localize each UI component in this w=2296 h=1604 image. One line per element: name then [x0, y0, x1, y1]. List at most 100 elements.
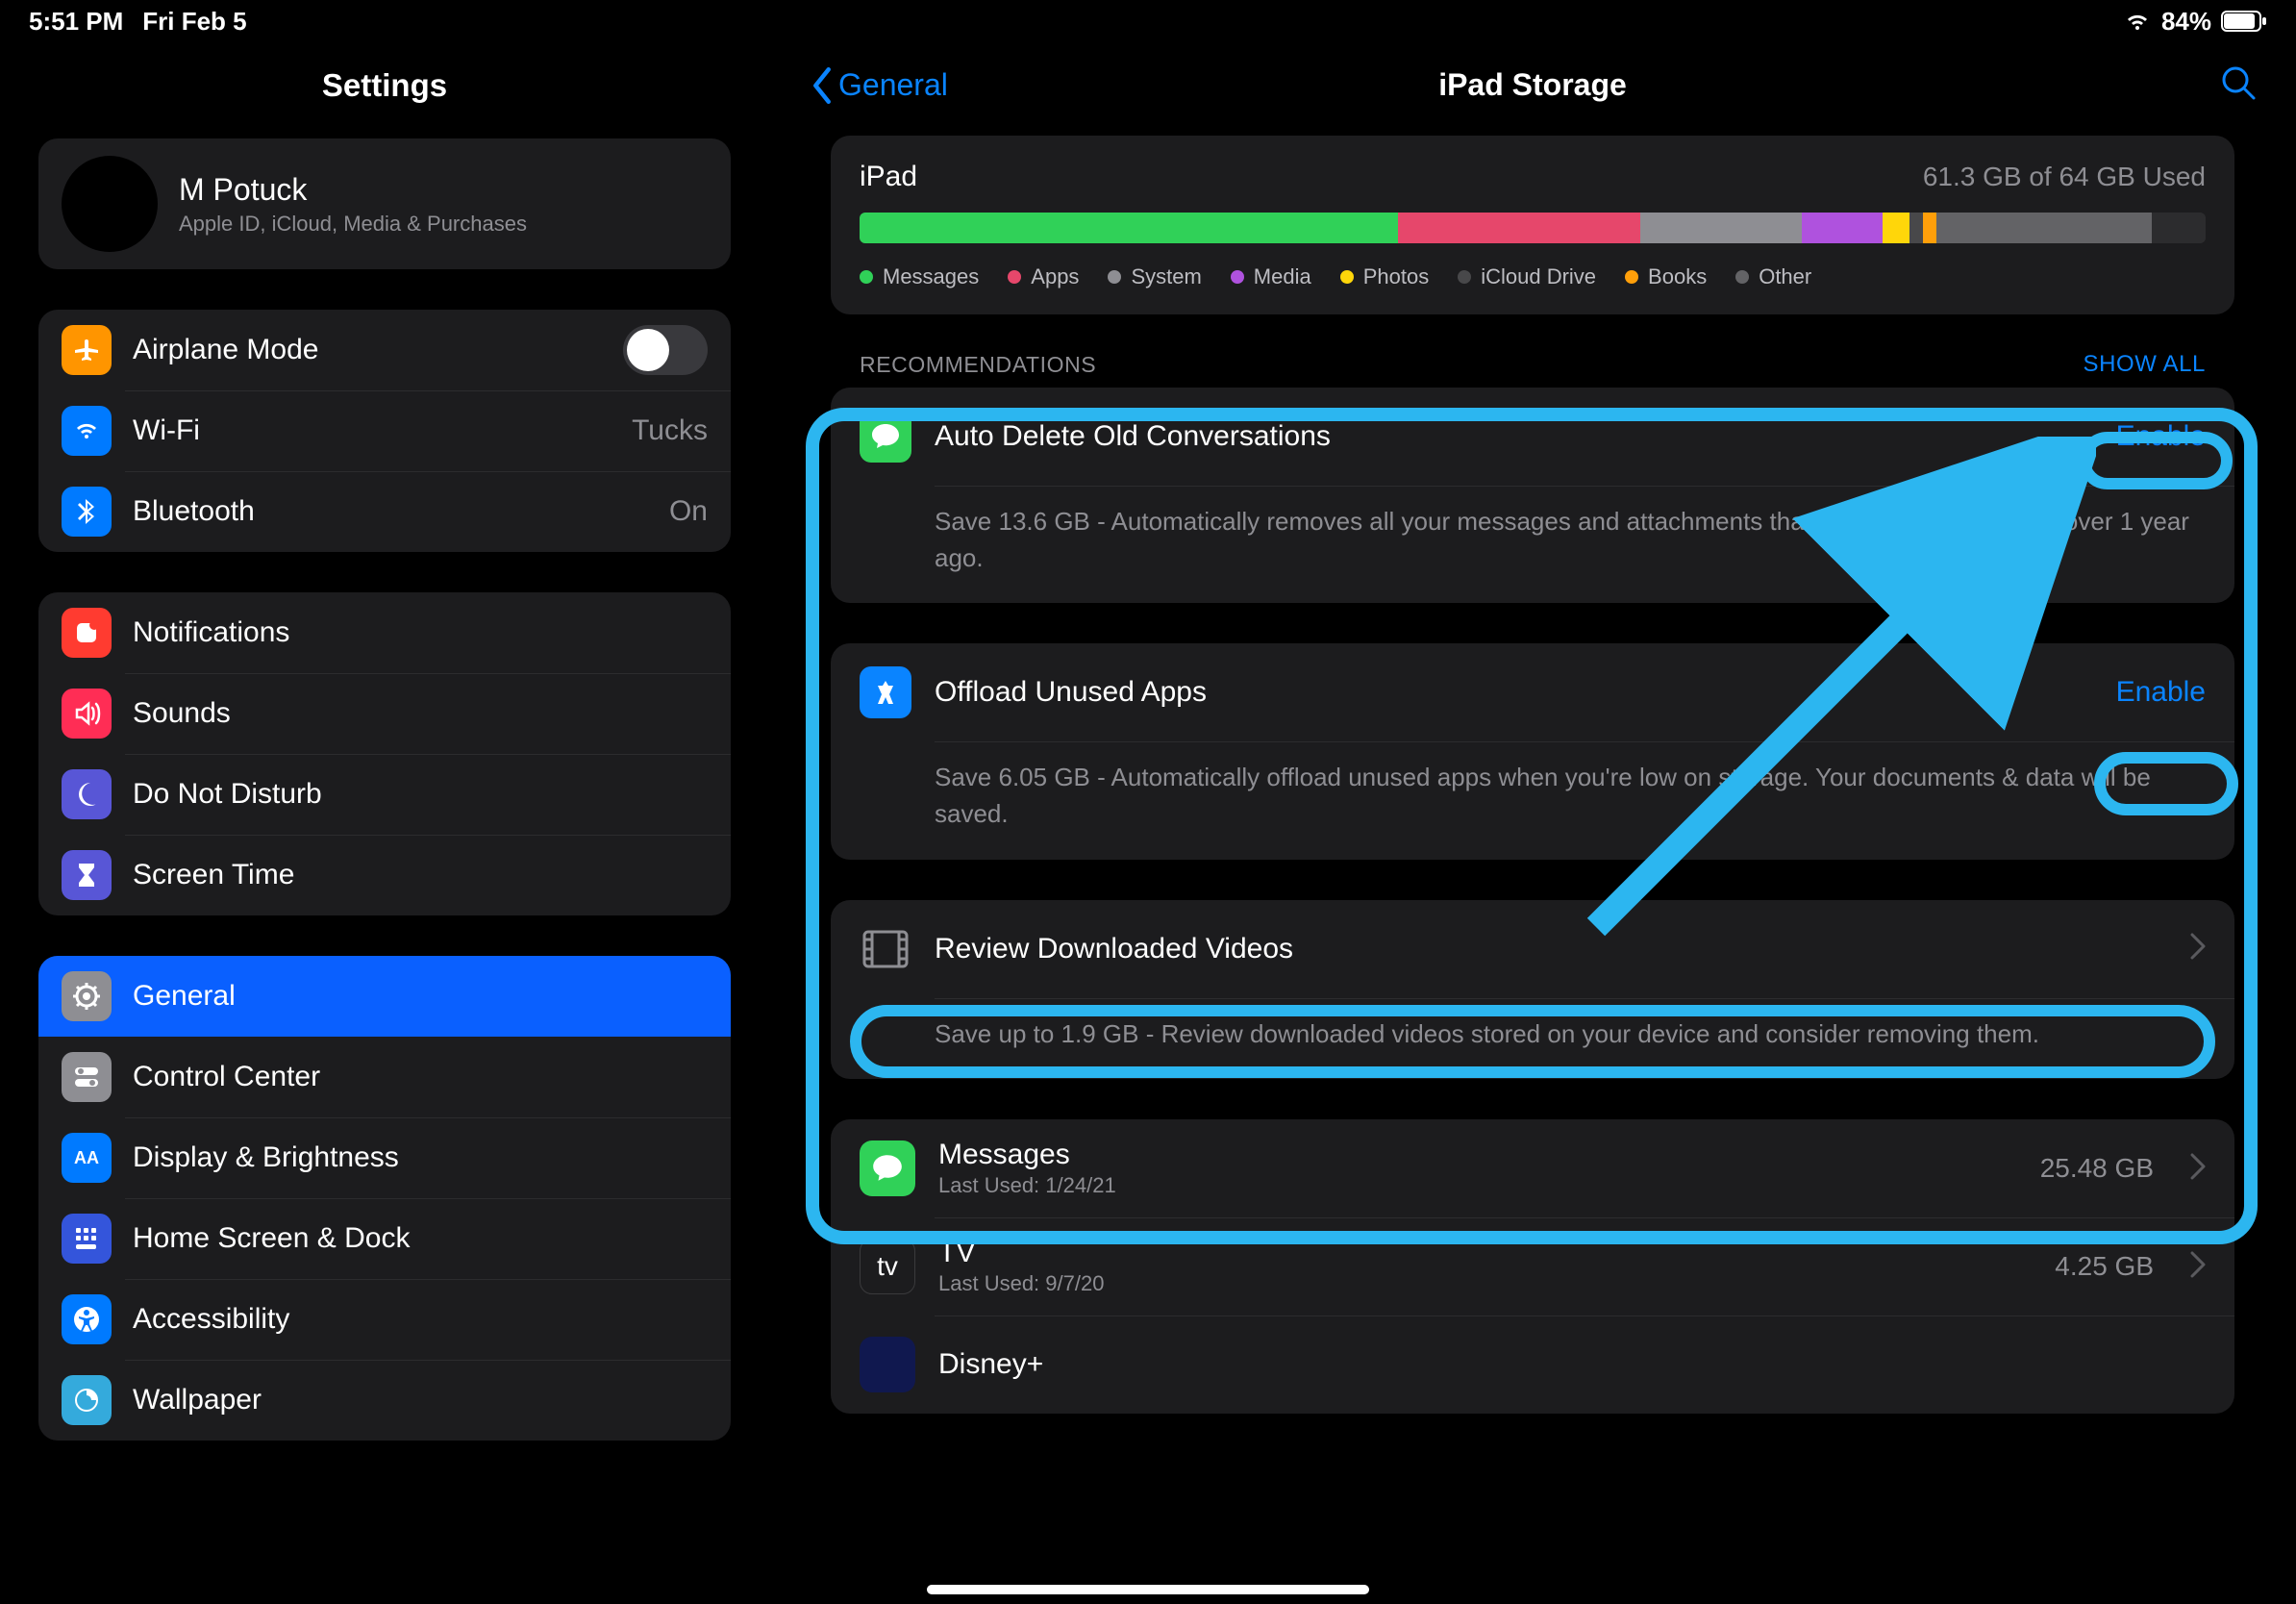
sidebar-group-alerts: Notifications Sounds Do Not Disturb Scre… — [38, 592, 731, 915]
recommendation-desc: Save up to 1.9 GB - Review downloaded vi… — [831, 999, 2234, 1080]
recommendation-desc: Save 6.05 GB - Automatically offload unu… — [831, 742, 2234, 859]
status-battery-percent: 84% — [2161, 7, 2211, 37]
sidebar-item-airplane-mode[interactable]: Airplane Mode — [38, 310, 731, 390]
film-icon — [860, 923, 911, 975]
sidebar-item-bluetooth[interactable]: Bluetooth On — [38, 471, 731, 552]
recommendation-auto-delete[interactable]: Auto Delete Old Conversations Enable Sav… — [831, 388, 2234, 603]
sidebar-item-do-not-disturb[interactable]: Do Not Disturb — [38, 754, 731, 835]
page-title: iPad Storage — [1438, 67, 1627, 103]
app-last-used: Last Used: 1/24/21 — [938, 1173, 2017, 1198]
home-screen-icon — [62, 1214, 112, 1264]
sidebar-item-label: Display & Brightness — [133, 1141, 708, 1174]
sidebar-item-general[interactable]: General — [38, 956, 731, 1037]
sidebar-item-home-screen[interactable]: Home Screen & Dock — [38, 1198, 731, 1279]
sidebar-item-label: Do Not Disturb — [133, 778, 708, 811]
chevron-right-icon — [2190, 933, 2206, 965]
status-time: 5:51 PM — [29, 7, 123, 37]
legend-item: Media — [1231, 264, 1311, 289]
sidebar-item-label: General — [133, 980, 708, 1013]
sounds-icon — [62, 689, 112, 739]
storage-card: iPad 61.3 GB of 64 GB Used MessagesAppsS… — [831, 136, 2234, 314]
status-bar: 5:51 PM Fri Feb 5 84% — [0, 0, 2296, 42]
sidebar-item-label: Airplane Mode — [133, 334, 602, 366]
messages-icon — [860, 411, 911, 463]
legend-item: Books — [1625, 264, 1707, 289]
wallpaper-icon — [62, 1375, 112, 1425]
back-button[interactable]: General — [808, 67, 948, 104]
enable-button[interactable]: Enable — [2116, 676, 2206, 709]
storage-segment — [860, 213, 1398, 243]
recommendation-title: Review Downloaded Videos — [935, 933, 2167, 965]
wifi-icon — [2123, 11, 2152, 32]
tv-app-icon: tv — [860, 1239, 915, 1294]
sidebar-item-sounds[interactable]: Sounds — [38, 673, 731, 754]
display-icon: AA — [62, 1133, 112, 1183]
section-header-label: RECOMMENDATIONS — [860, 352, 1096, 378]
notifications-icon — [62, 608, 112, 658]
back-label: General — [838, 67, 948, 103]
accessibility-icon — [62, 1294, 112, 1344]
app-last-used: Last Used: 9/7/20 — [938, 1271, 2032, 1296]
storage-segment — [1640, 213, 1802, 243]
gear-icon — [62, 971, 112, 1021]
toggles-icon — [62, 1052, 112, 1102]
sidebar-item-accessibility[interactable]: Accessibility — [38, 1279, 731, 1360]
app-size: 4.25 GB — [2055, 1251, 2154, 1282]
legend-item: Other — [1735, 264, 1811, 289]
sidebar-item-label: Wallpaper — [133, 1384, 708, 1416]
search-icon — [2219, 63, 2258, 102]
wifi-settings-icon — [62, 406, 112, 456]
recommendation-title: Auto Delete Old Conversations — [935, 420, 2093, 453]
disney-app-icon — [860, 1337, 915, 1392]
account-name: M Potuck — [179, 172, 527, 208]
storage-device: iPad — [860, 161, 917, 193]
search-button[interactable] — [2219, 63, 2258, 107]
sidebar-item-label: Wi-Fi — [133, 414, 611, 447]
sidebar-item-display-brightness[interactable]: AA Display & Brightness — [38, 1117, 731, 1198]
storage-segment — [1883, 213, 1909, 243]
home-indicator[interactable] — [927, 1585, 1369, 1594]
app-row-tv[interactable]: tv TV Last Used: 9/7/20 4.25 GB — [831, 1217, 2234, 1316]
legend-item: iCloud Drive — [1458, 264, 1596, 289]
show-all-button[interactable]: SHOW ALL — [2083, 351, 2206, 378]
sidebar-item-notifications[interactable]: Notifications — [38, 592, 731, 673]
bluetooth-value: On — [669, 495, 708, 528]
sidebar-group-connectivity: Airplane Mode Wi-Fi Tucks Bluetooth On — [38, 310, 731, 552]
storage-segment — [1923, 213, 1936, 243]
sidebar-item-label: Sounds — [133, 697, 708, 730]
sidebar-item-label: Home Screen & Dock — [133, 1222, 708, 1255]
sidebar-item-wallpaper[interactable]: Wallpaper — [38, 1360, 731, 1441]
enable-button[interactable]: Enable — [2116, 420, 2206, 453]
legend-item: Messages — [860, 264, 979, 289]
sidebar-item-label: Control Center — [133, 1061, 708, 1093]
app-row-messages[interactable]: Messages Last Used: 1/24/21 25.48 GB — [831, 1119, 2234, 1217]
detail-pane: General iPad Storage iPad 61.3 GB of 64 … — [769, 42, 2296, 1604]
sidebar-item-wifi[interactable]: Wi-Fi Tucks — [38, 390, 731, 471]
account-subtitle: Apple ID, iCloud, Media & Purchases — [179, 212, 527, 237]
app-name: TV — [938, 1237, 2032, 1269]
moon-icon — [62, 769, 112, 819]
appstore-icon — [860, 666, 911, 718]
detail-nav: General iPad Storage — [769, 42, 2296, 136]
account-card[interactable]: M Potuck Apple ID, iCloud, Media & Purch… — [38, 138, 731, 269]
legend-item: Photos — [1340, 264, 1430, 289]
storage-segment — [1802, 213, 1883, 243]
bluetooth-icon — [62, 487, 112, 537]
airplane-toggle[interactable] — [623, 325, 708, 375]
recommendation-review-videos[interactable]: Review Downloaded Videos Save up to 1.9 … — [831, 900, 2234, 1080]
recommendation-title: Offload Unused Apps — [935, 676, 2093, 709]
sidebar-item-control-center[interactable]: Control Center — [38, 1037, 731, 1117]
storage-segment — [1909, 213, 1923, 243]
sidebar-item-label: Bluetooth — [133, 495, 648, 528]
recommendations-header: RECOMMENDATIONS SHOW ALL — [831, 314, 2234, 388]
battery-icon — [2221, 11, 2267, 32]
recommendation-offload-apps[interactable]: Offload Unused Apps Enable Save 6.05 GB … — [831, 643, 2234, 859]
sidebar-item-label: Notifications — [133, 616, 708, 649]
sidebar-item-screen-time[interactable]: Screen Time — [38, 835, 731, 915]
app-size: 25.48 GB — [2040, 1153, 2154, 1184]
sidebar-group-general: General Control Center AA Display & Brig… — [38, 956, 731, 1441]
chevron-left-icon — [808, 67, 836, 104]
chevron-right-icon — [2190, 1251, 2206, 1283]
svg-text:AA: AA — [74, 1148, 99, 1167]
app-row-disney[interactable]: Disney+ — [831, 1316, 2234, 1414]
